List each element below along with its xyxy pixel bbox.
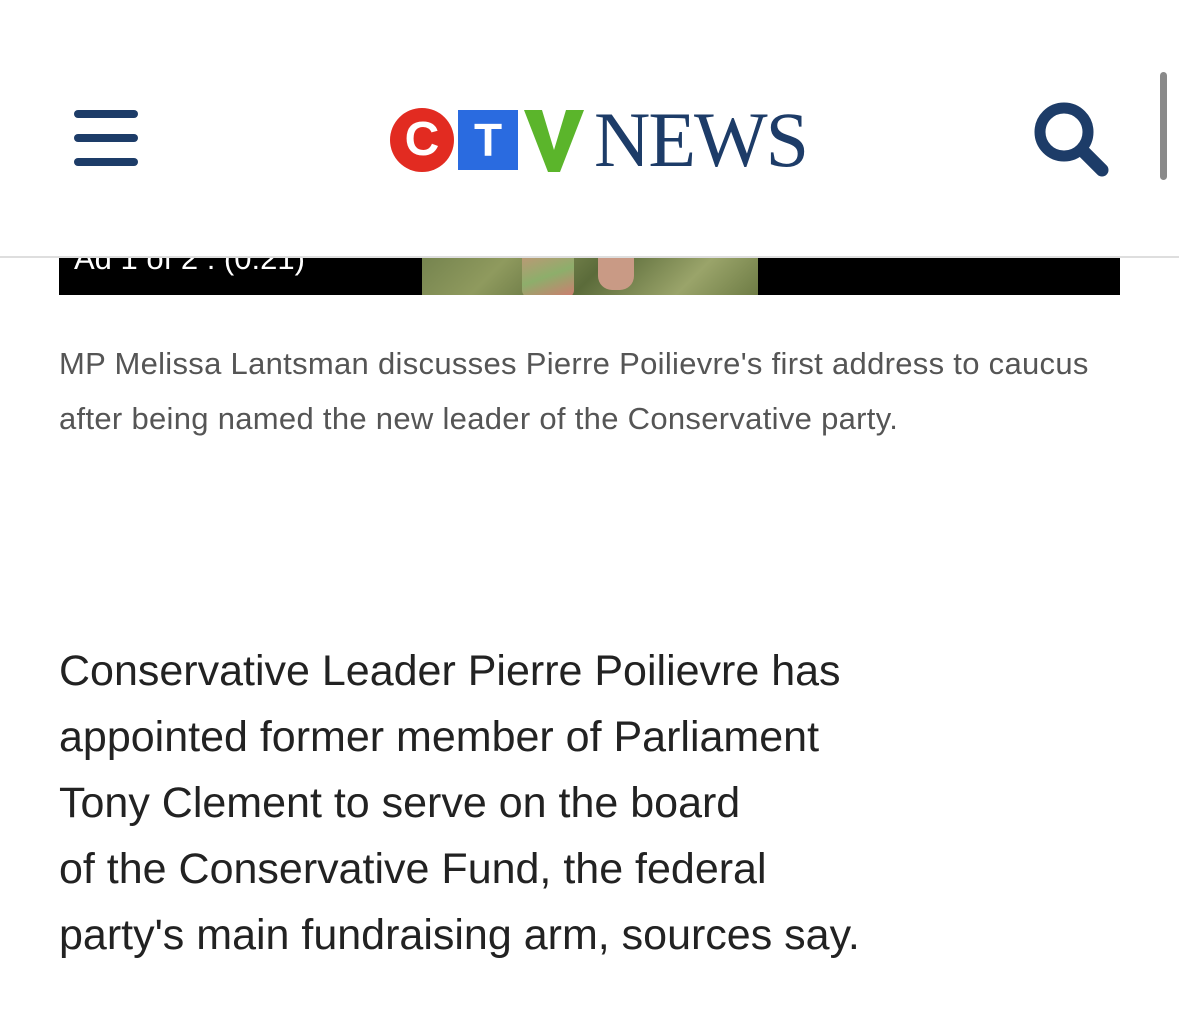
logo-t-letter: T bbox=[458, 110, 518, 170]
article-lead-paragraph: Conservative Leader Pierre Poilievre has… bbox=[59, 638, 1139, 968]
logo-c-letter: C bbox=[390, 108, 454, 172]
logo-v-icon bbox=[524, 110, 584, 172]
search-icon[interactable] bbox=[1030, 98, 1114, 182]
article-line: party's main fundraising arm, sources sa… bbox=[59, 911, 860, 959]
scrollbar-thumb[interactable] bbox=[1160, 72, 1167, 180]
site-header: C T NEWS bbox=[0, 0, 1179, 258]
hamburger-menu-icon[interactable] bbox=[74, 110, 140, 166]
article-line: of the Conservative Fund, the federal bbox=[59, 845, 767, 893]
article-line: Tony Clement to serve on the board bbox=[59, 779, 741, 827]
article-line: Conservative Leader Pierre Poilievre has bbox=[59, 647, 841, 695]
article-line: appointed former member of Parliament bbox=[59, 713, 820, 761]
video-caption: MP Melissa Lantsman discusses Pierre Poi… bbox=[59, 346, 1089, 436]
logo-news-wordmark: NEWS bbox=[594, 96, 809, 183]
